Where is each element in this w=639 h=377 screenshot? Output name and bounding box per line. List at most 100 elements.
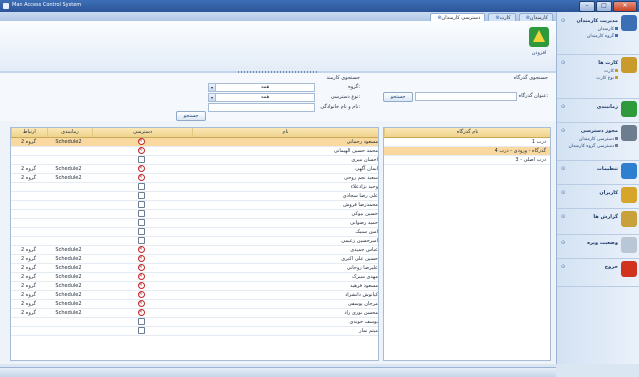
expand-icon[interactable]: ⊙ xyxy=(561,214,565,220)
sidebar-subitem[interactable]: دسترسی گروه کارمندان xyxy=(568,144,618,149)
expand-icon[interactable]: ⊙ xyxy=(561,264,565,270)
sidebar-subitem[interactable]: کارمندان xyxy=(598,27,618,32)
column-header-access[interactable]: دسترسی xyxy=(92,128,192,137)
add-button[interactable]: افزودن xyxy=(528,27,550,63)
close-button[interactable]: ✕ xyxy=(613,1,637,12)
access-denied-icon[interactable] xyxy=(137,174,145,181)
access-denied-icon[interactable] xyxy=(137,273,145,280)
sidebar-item-label: گزارش ها xyxy=(593,214,618,220)
access-denied-icon[interactable] xyxy=(137,300,145,307)
sidebar-subitem[interactable]: گروه کارمندان xyxy=(587,34,618,39)
column-header-gate-name[interactable]: نام گذرگاه xyxy=(384,128,550,137)
sidebar: مدیریت کارمندان ⊙ کارمندان گروه کارمندان کار… xyxy=(556,12,639,364)
table-row[interactable]: علی رضا سجادی xyxy=(11,192,378,201)
dropdown-arrow-icon[interactable]: ▾ xyxy=(208,93,216,102)
title-bar: Man Access Control System – □ ✕ xyxy=(0,0,639,12)
expand-icon[interactable]: ⊙ xyxy=(561,18,565,24)
access-denied-icon[interactable] xyxy=(137,264,145,271)
gate-grid[interactable]: نام گذرگاه درب 1 گذرگاه - ورودی - درب 4 در… xyxy=(383,127,551,361)
access-denied-icon[interactable] xyxy=(137,309,145,316)
access-denied-icon[interactable] xyxy=(137,246,145,253)
gate-row[interactable]: درب اصلی - 3 xyxy=(384,156,550,165)
dropdown-arrow-icon[interactable]: ▾ xyxy=(208,83,216,92)
access-checkbox[interactable] xyxy=(137,219,145,226)
table-row[interactable]: گروه 2 Schedule2 ایمان آگهی xyxy=(11,165,378,174)
gate-title-input[interactable] xyxy=(415,92,517,101)
table-row[interactable]: حمید رضوانی xyxy=(11,219,378,228)
column-header-name[interactable]: نام xyxy=(192,128,378,137)
access-type-select[interactable]: ▾ همه xyxy=(208,93,315,102)
maximize-button[interactable]: □ xyxy=(596,1,612,12)
sidebar-item[interactable]: تنظیمات ⊙ xyxy=(557,160,639,185)
row-name: سعید نجم روحی xyxy=(344,175,378,181)
gate-row[interactable]: درب 1 xyxy=(384,138,550,147)
table-row[interactable]: گروه 2 Schedule2 مسعود رحمانی xyxy=(11,138,378,147)
row-group xyxy=(11,237,46,245)
access-denied-icon[interactable] xyxy=(137,291,145,298)
expand-icon[interactable]: ⊙ xyxy=(561,128,565,134)
access-denied-icon[interactable] xyxy=(137,165,145,172)
employee-search-button[interactable]: جستجو xyxy=(176,111,206,121)
minimize-button[interactable]: – xyxy=(579,1,595,12)
access-checkbox[interactable] xyxy=(137,201,145,208)
sidebar-item[interactable]: زمانبندی ⊙ xyxy=(557,98,639,123)
row-access xyxy=(91,147,191,155)
sidebar-item[interactable]: گزارش ها ⊙ xyxy=(557,208,639,235)
access-denied-icon[interactable] xyxy=(137,138,145,145)
sidebar-item[interactable]: خروج ⊙ xyxy=(557,258,639,287)
sidebar-subitem[interactable]: نوع کارت xyxy=(596,76,618,81)
table-row[interactable]: محمد حسین الهیمانی xyxy=(11,147,378,156)
access-checkbox[interactable] xyxy=(137,318,145,325)
access-checkbox[interactable] xyxy=(137,327,145,334)
expand-icon[interactable]: ⊙ xyxy=(561,240,565,246)
table-row[interactable]: گروه 2 Schedule2 مهدی سیرک xyxy=(11,273,378,282)
access-grid[interactable]: ارتباط زمانبندی دسترسی نام گروه 2 Schedul… xyxy=(10,127,379,361)
group-select[interactable]: ▾ همه xyxy=(208,83,315,92)
table-row[interactable]: گروه 2 Schedule2 مسعود فرهید xyxy=(11,282,378,291)
table-row[interactable]: یوسف خوندی xyxy=(11,318,378,327)
access-checkbox[interactable] xyxy=(137,183,145,190)
row-schedule xyxy=(46,210,91,218)
expand-icon[interactable]: ⊙ xyxy=(561,190,565,196)
table-row[interactable]: گروه 2 Schedule2 مرجان یوسفی xyxy=(11,300,378,309)
expand-icon[interactable]: ⊙ xyxy=(561,104,565,110)
name-input[interactable] xyxy=(208,103,315,112)
sidebar-item[interactable]: کارت ها ⊙ کارت نوع کارت xyxy=(557,54,639,99)
table-row[interactable]: وحید نژادعلاء xyxy=(11,183,378,192)
window-title: Man Access Control System xyxy=(12,2,82,8)
table-row[interactable]: امین سبیک xyxy=(11,228,378,237)
access-denied-icon[interactable] xyxy=(137,255,145,262)
expand-icon[interactable]: ⊙ xyxy=(561,166,565,172)
sidebar-subitem[interactable]: دسترسی کارمندان xyxy=(579,137,618,142)
sidebar-item[interactable]: مدیریت کارمندان ⊙ کارمندان گروه کارمندان xyxy=(557,12,639,55)
access-checkbox[interactable] xyxy=(137,228,145,235)
table-row[interactable]: گروه 2 Schedule2 کیانوش دانشزاد xyxy=(11,291,378,300)
access-checkbox[interactable] xyxy=(137,237,145,244)
table-row[interactable]: گروه 2 Schedule2 عباس حمیدی xyxy=(11,246,378,255)
table-row[interactable]: احسان میری xyxy=(11,156,378,165)
access-checkbox[interactable] xyxy=(137,210,145,217)
table-row[interactable]: گروه 2 Schedule2 حسین علی اکبری xyxy=(11,255,378,264)
access-checkbox[interactable] xyxy=(137,156,145,163)
table-row[interactable]: امیرحسین زعیمی xyxy=(11,237,378,246)
column-header-schedule[interactable]: زمانبندی xyxy=(46,128,93,137)
sidebar-item[interactable]: وضعیت ویره ⊙ xyxy=(557,234,639,259)
sidebar-item-label: مجوز دسترسی xyxy=(580,128,618,134)
sidebar-subitem[interactable]: کارت xyxy=(604,69,618,74)
table-row[interactable]: گروه 2 Schedule2 محسن نوری راد xyxy=(11,309,378,318)
access-checkbox[interactable] xyxy=(137,192,145,199)
access-denied-icon[interactable] xyxy=(137,147,145,154)
sidebar-item[interactable]: کاربران ⊙ xyxy=(557,184,639,209)
table-row[interactable]: میثم نمار xyxy=(11,327,378,336)
expand-icon[interactable]: ⊙ xyxy=(561,60,565,66)
sidebar-item[interactable]: مجوز دسترسی ⊙ دسترسی کارمندان دسترسی گروه ک… xyxy=(557,122,639,161)
row-name: حمید رضوانی xyxy=(350,220,378,226)
column-header-group[interactable]: ارتباط xyxy=(11,128,47,137)
table-row[interactable]: محمدرضا فروش xyxy=(11,201,378,210)
gate-search-button[interactable]: جستجو xyxy=(383,92,413,102)
access-denied-icon[interactable] xyxy=(137,282,145,289)
table-row[interactable]: حسین بیوکی xyxy=(11,210,378,219)
table-row[interactable]: گروه 2 Schedule2 سعید نجم روحی xyxy=(11,174,378,183)
table-row[interactable]: گروه 2 Schedule2 علیرضا روحانی xyxy=(11,264,378,273)
gate-row[interactable]: گذرگاه - ورودی - درب 4 xyxy=(384,147,550,156)
